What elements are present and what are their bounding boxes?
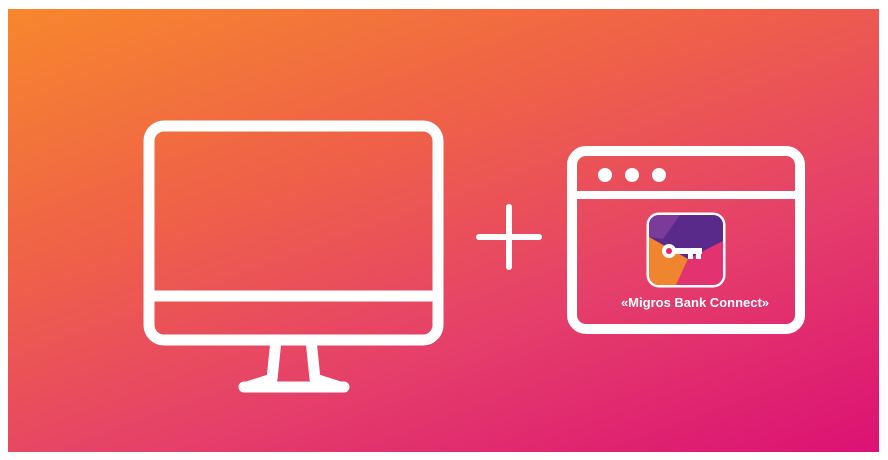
window-dot-icon: [598, 168, 612, 182]
app-name-label: «Migros Bank Connect»: [620, 295, 770, 310]
desktop-monitor-icon: [143, 120, 444, 393]
plus-icon: [476, 204, 542, 270]
key-app-icon: [646, 212, 726, 288]
banner: «Migros Bank Connect»: [8, 9, 879, 452]
window-dot-icon: [625, 168, 639, 182]
banner-graphic: [143, 120, 805, 393]
window-dot-icon: [652, 168, 666, 182]
